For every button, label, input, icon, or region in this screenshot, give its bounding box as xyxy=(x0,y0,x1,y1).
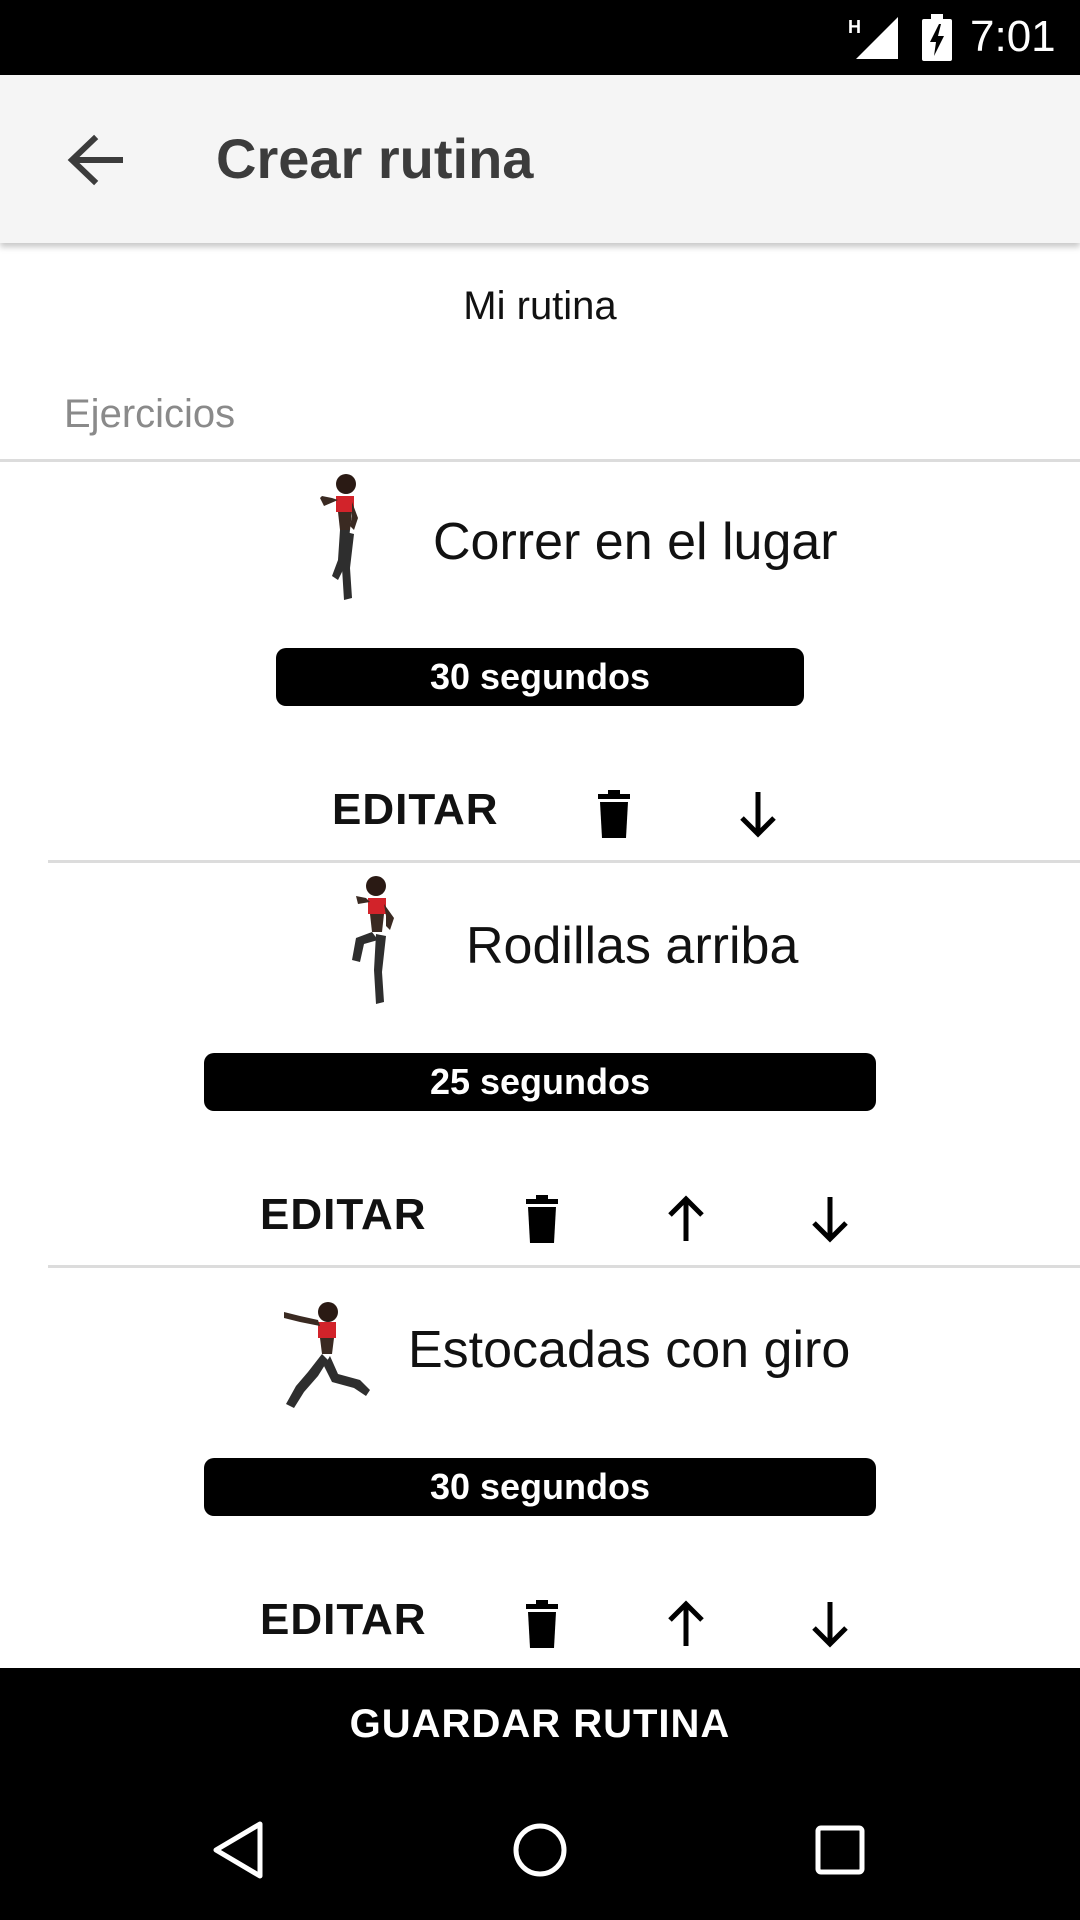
edit-button[interactable]: EDITAR xyxy=(332,782,499,838)
arrow-left-icon[interactable] xyxy=(60,125,130,195)
delete-icon[interactable] xyxy=(514,1191,570,1247)
save-routine-button[interactable]: GUARDAR RUTINA xyxy=(0,1668,1080,1780)
arrow-up-icon[interactable] xyxy=(658,1596,714,1652)
nav-back-icon[interactable] xyxy=(200,1810,280,1890)
delete-icon[interactable] xyxy=(586,786,642,842)
screen: H 7:01 Crear rutina Mi rutina Ejercicios… xyxy=(0,0,1080,1920)
navigation-bar xyxy=(0,1780,1080,1920)
arrow-down-icon[interactable] xyxy=(730,786,786,842)
page-title: Crear rutina xyxy=(216,127,534,190)
divider xyxy=(48,1265,1080,1268)
network-type-label: H xyxy=(848,17,861,37)
duration-pill[interactable]: 30 segundos xyxy=(204,1458,876,1516)
exercise-name: Rodillas arriba xyxy=(466,917,799,975)
duration-pill[interactable]: 25 segundos xyxy=(204,1053,876,1111)
nav-recents-icon[interactable] xyxy=(800,1810,880,1890)
knee-lift-figure-icon xyxy=(352,876,394,1004)
app-bar: Crear rutina xyxy=(0,75,1080,243)
status-time: 7:01 xyxy=(970,12,1056,61)
arrow-down-icon[interactable] xyxy=(802,1596,858,1652)
duration-pill[interactable]: 30 segundos xyxy=(276,648,804,706)
battery-charging-icon xyxy=(922,14,952,61)
arrow-down-icon[interactable] xyxy=(802,1191,858,1247)
edit-button[interactable]: EDITAR xyxy=(260,1592,427,1648)
routine-name-field[interactable]: Mi rutina xyxy=(0,276,1080,336)
status-bar: H 7:01 xyxy=(0,0,1080,75)
divider xyxy=(48,860,1080,863)
exercise-name: Correr en el lugar xyxy=(433,513,838,571)
lunge-twist-figure-icon xyxy=(284,1302,370,1408)
exercises-section-label: Ejercicios xyxy=(64,392,236,436)
nav-home-icon[interactable] xyxy=(500,1810,580,1890)
divider xyxy=(0,459,1080,462)
arrow-up-icon[interactable] xyxy=(658,1191,714,1247)
signal-icon: H xyxy=(848,17,898,59)
delete-icon[interactable] xyxy=(514,1596,570,1652)
running-figure-icon xyxy=(320,474,358,600)
edit-button[interactable]: EDITAR xyxy=(260,1187,427,1243)
exercise-name: Estocadas con giro xyxy=(408,1321,851,1379)
